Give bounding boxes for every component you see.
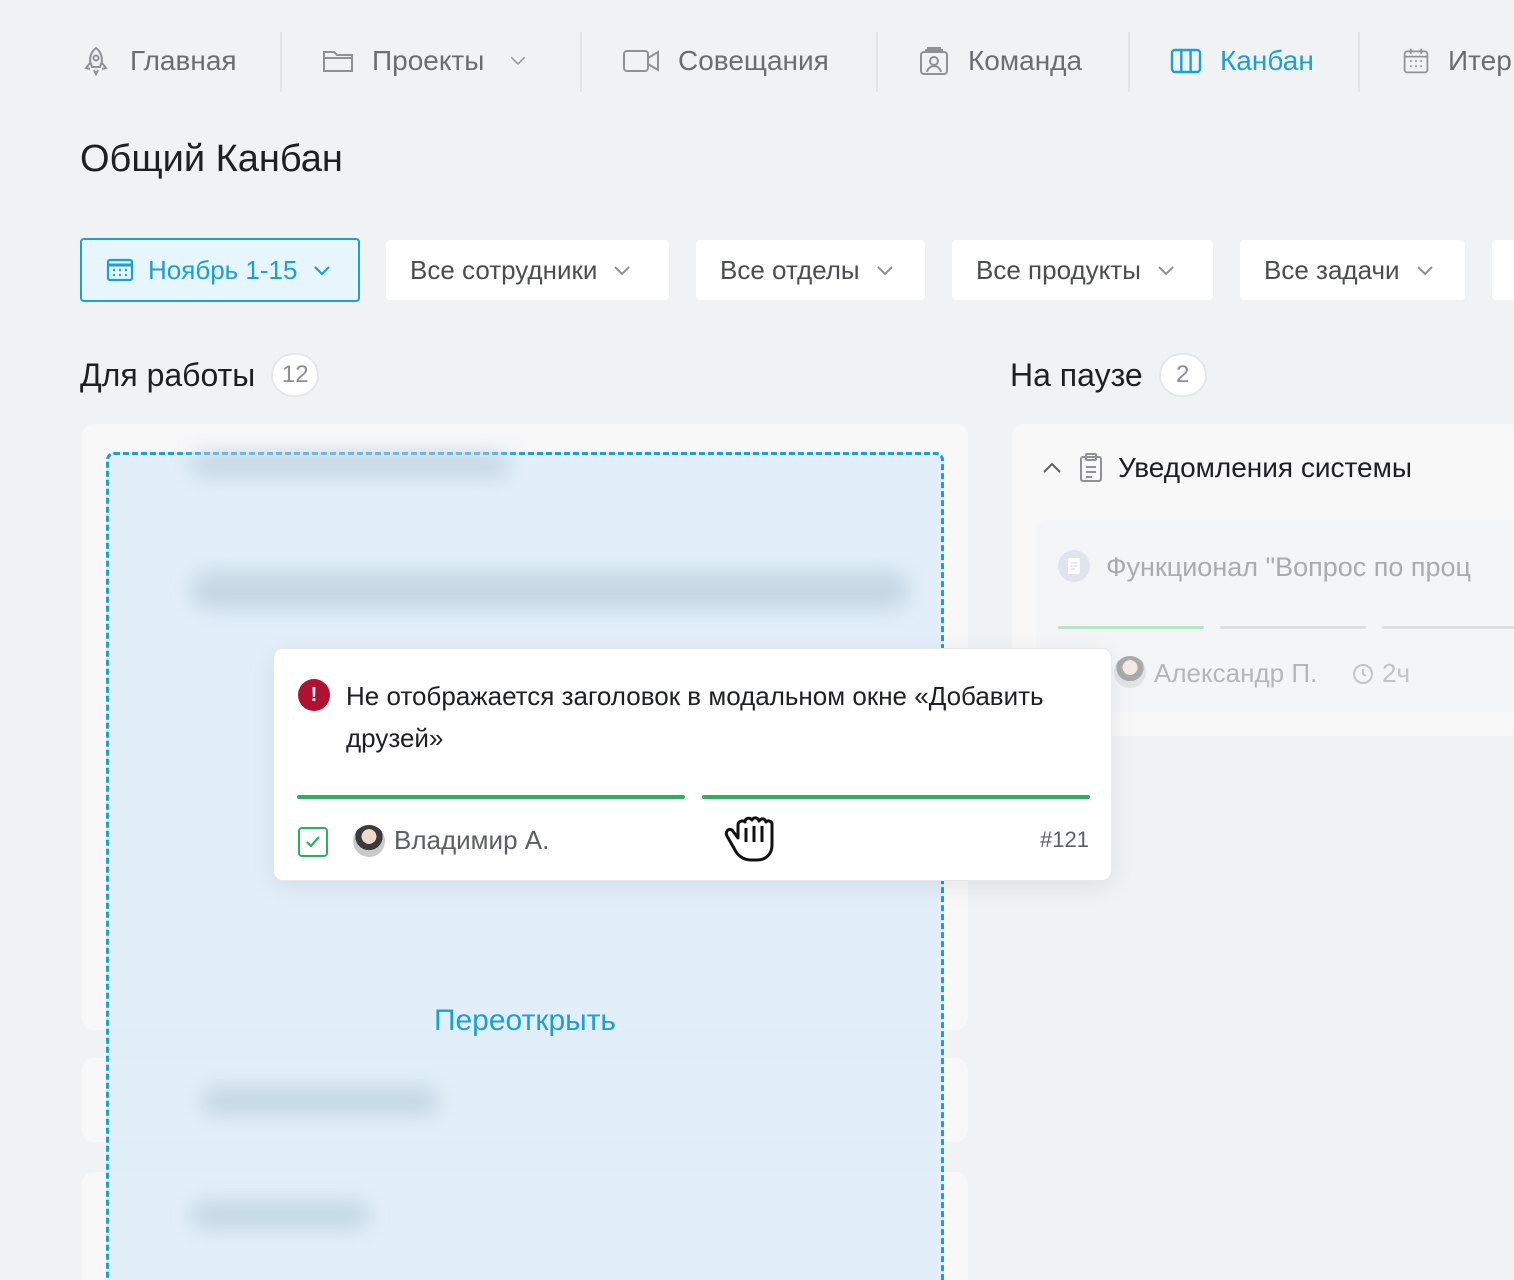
video-camera-icon <box>623 50 659 72</box>
task-card-assignee: Владимир А. <box>394 825 550 855</box>
progress-segment <box>297 795 685 799</box>
departments-filter-label: Все отделы <box>720 254 860 285</box>
nav-label-meetings: Совещания <box>678 45 829 76</box>
task-card-time-value: 2ч <box>1382 658 1411 688</box>
employees-filter-label: Все сотрудники <box>410 254 598 285</box>
chevron-up-icon[interactable] <box>1040 456 1064 480</box>
chevron-down-icon <box>1158 266 1174 276</box>
departments-filter-dropdown[interactable]: Все отделы <box>696 240 925 300</box>
tasks-filter-dropdown[interactable]: Все задачи <box>1240 240 1465 300</box>
nav-item-meetings[interactable]: Совещания <box>622 30 829 92</box>
column-count-badge: 12 <box>271 353 320 397</box>
progress-segment <box>1058 626 1204 629</box>
nav-item-kanban[interactable]: Канбан <box>1170 30 1314 92</box>
task-card-time: 2ч <box>1352 658 1410 689</box>
checkbox-checked-icon[interactable] <box>298 827 328 857</box>
priority-alert-icon: ! <box>298 679 330 711</box>
nav-item-projects[interactable]: Проекты <box>322 30 530 92</box>
grab-cursor-icon <box>724 816 774 862</box>
nav-divider <box>876 32 878 92</box>
task-card-id: #121 <box>1040 827 1089 852</box>
nav-divider <box>580 32 582 92</box>
avatar <box>1114 656 1146 688</box>
employees-filter-dropdown[interactable]: Все сотрудники <box>386 240 669 300</box>
folder-icon <box>323 51 353 72</box>
column-title: Для работы <box>80 356 256 393</box>
tasks-filter-label: Все задачи <box>1264 254 1400 285</box>
nav-label-team: Команда <box>968 45 1083 76</box>
column-title: На паузе <box>1010 356 1143 393</box>
clipboard-icon <box>1080 453 1102 482</box>
column-header-todo: Для работы 12 <box>80 352 320 398</box>
blurred-placeholder <box>200 1086 440 1116</box>
task-card-assignee: Александр П. <box>1154 658 1318 688</box>
avatar <box>353 825 385 857</box>
calendar-icon <box>1403 48 1429 74</box>
nav-item-home[interactable]: Главная <box>80 30 237 92</box>
top-navigation: Главная Проекты Совещания Команда Канбан <box>0 0 1514 126</box>
progress-segment <box>1382 626 1514 629</box>
task-card-title: Не отображается заголовок в модальном ок… <box>346 681 1044 753</box>
nav-label-kanban: Канбан <box>1220 45 1314 76</box>
page-title: Общий Канбан <box>80 138 343 180</box>
nav-divider <box>1128 32 1130 92</box>
products-filter-dropdown[interactable]: Все продукты <box>952 240 1213 300</box>
kanban-columns-icon <box>1170 48 1202 74</box>
chevron-down-icon <box>1416 266 1433 276</box>
task-group-title: Уведомления системы <box>1118 452 1412 483</box>
products-filter-label: Все продукты <box>976 254 1141 285</box>
progress-segment <box>1220 626 1366 629</box>
dragged-task-card[interactable]: ! Не отображается заголовок в модальном … <box>273 648 1112 881</box>
calendar-icon <box>106 258 134 282</box>
clock-icon <box>1353 663 1373 684</box>
nav-divider <box>1358 32 1360 92</box>
team-badge-icon <box>920 47 948 75</box>
progress-segment <box>702 795 1090 799</box>
blurred-placeholder <box>190 1200 370 1230</box>
nav-item-iterations[interactable]: Итер <box>1402 30 1512 92</box>
blurred-placeholder <box>190 570 910 610</box>
period-filter-label: Ноябрь 1-15 <box>148 254 298 285</box>
chevron-down-icon <box>876 266 893 276</box>
column-header-paused: На паузе 2 <box>1010 352 1207 398</box>
chevron-down-icon <box>614 266 631 276</box>
drop-zone-label: Переоткрыть <box>433 1004 617 1037</box>
period-filter-dropdown[interactable]: Ноябрь 1-15 <box>80 238 360 302</box>
nav-label-projects: Проекты <box>372 45 485 76</box>
nav-divider <box>280 32 282 92</box>
task-card-title: Функционал "Вопрос по проц <box>1106 552 1472 582</box>
rocket-icon <box>84 46 108 77</box>
nav-item-team[interactable]: Команда <box>918 30 1082 92</box>
document-icon <box>1058 550 1090 582</box>
nav-label-iterations: Итер <box>1448 45 1512 76</box>
more-filter-dropdown[interactable] <box>1492 240 1514 300</box>
column-count-badge: 2 <box>1158 353 1207 397</box>
nav-label-home: Главная <box>130 45 237 76</box>
chevron-down-icon <box>314 266 331 276</box>
chevron-down-icon <box>511 56 526 66</box>
task-group-header[interactable]: Уведомления системы <box>1040 448 1412 488</box>
blurred-placeholder <box>190 452 510 478</box>
